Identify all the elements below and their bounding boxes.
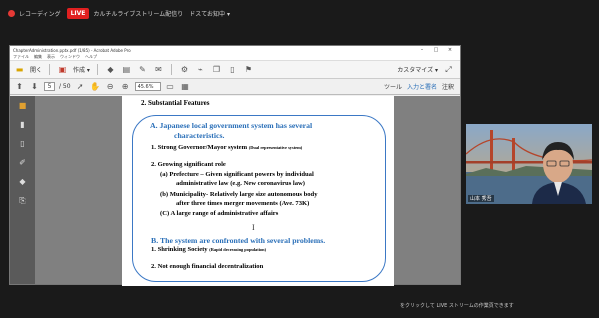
b-item-2: 2. Not enough financial decentralization [151,263,264,270]
item-1: 1. Strong Governor/Mayor system (Dual re… [151,144,302,151]
signature-icon[interactable]: ✐ [18,158,28,167]
create-pdf-icon[interactable]: ▣ [57,65,68,75]
item-1-note: (Dual representative system) [248,145,303,150]
bookmark-icon[interactable]: ▯ [18,139,28,148]
open-button[interactable]: 開く [30,65,42,74]
zoom-out-icon[interactable]: ⊖ [105,82,116,92]
folder-icon[interactable]: ▬ [14,65,25,75]
bottom-hint: をクリックして LIVE ストリームの作業頁できます [400,303,514,309]
toolbar-right: カスタマイズ ▾ ⤢ [397,65,460,75]
b-item-1-text: 1. Shrinking Society [151,246,208,253]
item-2: 2. Growing significant role [151,161,226,168]
panel-links: ツール 入力と署名 注釈 [384,82,460,91]
item-2c: (C) A large range of administrative affa… [160,210,279,217]
menu-view[interactable]: 表示 [47,54,55,60]
pages-icon[interactable]: ▮ [18,120,28,129]
previous-page-icon[interactable]: ⬆ [14,82,25,92]
page-toolbar: ⬆ ⬇ 5 / 50 ➚ ✋ ⊖ ⊕ 45.6% ▭ ▦ ツール 入力と署名 注… [10,79,460,95]
record-dot-icon [8,9,15,17]
divider [49,64,51,75]
acrobat-window: ChapterAdministration.pptx.pdf (1/85) - … [9,45,461,286]
mail-icon[interactable]: ✉ [153,65,164,75]
participant-name: 山本 秀吾 [468,195,494,202]
video-frame-image [466,124,592,204]
document-body: ■ ▮ ▯ ✐ ◆ ⎘ 2. Substantial Features A. J… [10,96,460,286]
page-total: / 50 [59,83,71,90]
item-2b-line2: after three times merger movements (Ave.… [176,200,310,207]
item-2a-line1: (a) Prefecture – Given significant power… [160,171,314,178]
divider [96,64,98,75]
fill-sign-tab[interactable]: 入力と署名 [407,82,437,91]
settings-icon[interactable]: ⚙ [179,65,190,75]
b-item-1-note: (Rapid decreasing population) [209,247,267,252]
section-heading: 2. Substantial Features [141,99,210,107]
comment-tab[interactable]: 注釈 [442,82,454,91]
menu-file[interactable]: ファイル [13,54,29,60]
menu-window[interactable]: ウィンドウ [60,54,80,60]
attachment-icon[interactable]: ⎘ [18,196,28,205]
customize-button[interactable]: カスタマイズ ▾ [397,65,438,74]
link-icon[interactable]: ⌁ [195,65,206,75]
item-1-text: 1. Strong Governor/Mayor system [151,144,248,151]
page-number-input[interactable]: 5 [44,82,55,91]
window-title: ChapterAdministration.pptx.pdf (1/85) - … [13,47,131,53]
heading-b: B. The system are confronted with severa… [151,236,326,245]
page-view-icon[interactable]: ▦ [180,82,191,92]
live-status-menu[interactable]: カルチルライブストリーム配信り ドスてお知中 ▾ [93,9,230,18]
print-icon[interactable]: ▤ [121,65,132,75]
heading-a-line2: characteristics. [174,131,225,140]
recording-label[interactable]: レコーディング [19,9,61,18]
main-toolbar: ▬ 開く ▣ 作成 ▾ ◆ ▤ ✎ ✉ ⚙ ⌁ ❐ ▯ ⚑ カスタマイズ ▾ ⤢ [10,61,460,79]
maximize-icon[interactable]: □ [429,47,443,53]
hand-tool-icon[interactable]: ✋ [90,82,101,92]
document-viewport[interactable]: 2. Substantial Features A. Japanese loca… [35,96,460,286]
divider [170,64,172,75]
meeting-top-bar: レコーディング LIVE カルチルライブストリーム配信り ドスてお知中 ▾ [0,0,599,26]
create-button[interactable]: 作成 ▾ [73,65,90,74]
live-badge[interactable]: LIVE [66,7,90,19]
next-page-icon[interactable]: ⬇ [29,82,40,92]
window-titlebar: ChapterAdministration.pptx.pdf (1/85) - … [10,46,460,54]
page-icon[interactable]: ▯ [227,65,238,75]
zoom-in-icon[interactable]: ⊕ [120,82,131,92]
pdf-page: 2. Substantial Features A. Japanese loca… [122,96,394,286]
close-icon[interactable]: × [443,47,457,53]
item-2a-line2: administrative law (e.g. New coronavirus… [176,180,305,187]
select-tool-icon[interactable]: ➚ [75,82,86,92]
heading-a-line1: A. Japanese local government system has … [150,121,313,130]
menu-bar: ファイル 編集 表示 ウィンドウ ヘルプ [10,54,460,61]
save-icon[interactable]: ◆ [105,65,116,75]
layers-icon[interactable]: ◆ [18,177,28,186]
content-oval [132,115,386,282]
copy-icon[interactable]: ❐ [211,65,222,75]
stamp-icon[interactable]: ⚑ [243,65,254,75]
menu-help[interactable]: ヘルプ [85,54,97,60]
tools-tab[interactable]: ツール [384,82,402,91]
lock-icon[interactable]: ■ [18,101,28,110]
fit-page-icon[interactable]: ▭ [165,82,176,92]
expand-icon[interactable]: ⤢ [443,65,454,75]
participant-video[interactable]: 山本 秀吾 [466,124,592,204]
text-cursor-icon: I [252,223,255,232]
navigation-pane: ■ ▮ ▯ ✐ ◆ ⎘ [10,96,35,284]
zoom-level-select[interactable]: 45.6% [134,82,161,91]
edit-icon[interactable]: ✎ [137,65,148,75]
item-2b-line1: (b) Municipality- Relatively large size … [160,191,318,198]
menu-edit[interactable]: 編集 [34,54,42,60]
minimize-icon[interactable]: – [415,47,429,53]
b-item-1: 1. Shrinking Society (Rapid decreasing p… [151,246,266,253]
